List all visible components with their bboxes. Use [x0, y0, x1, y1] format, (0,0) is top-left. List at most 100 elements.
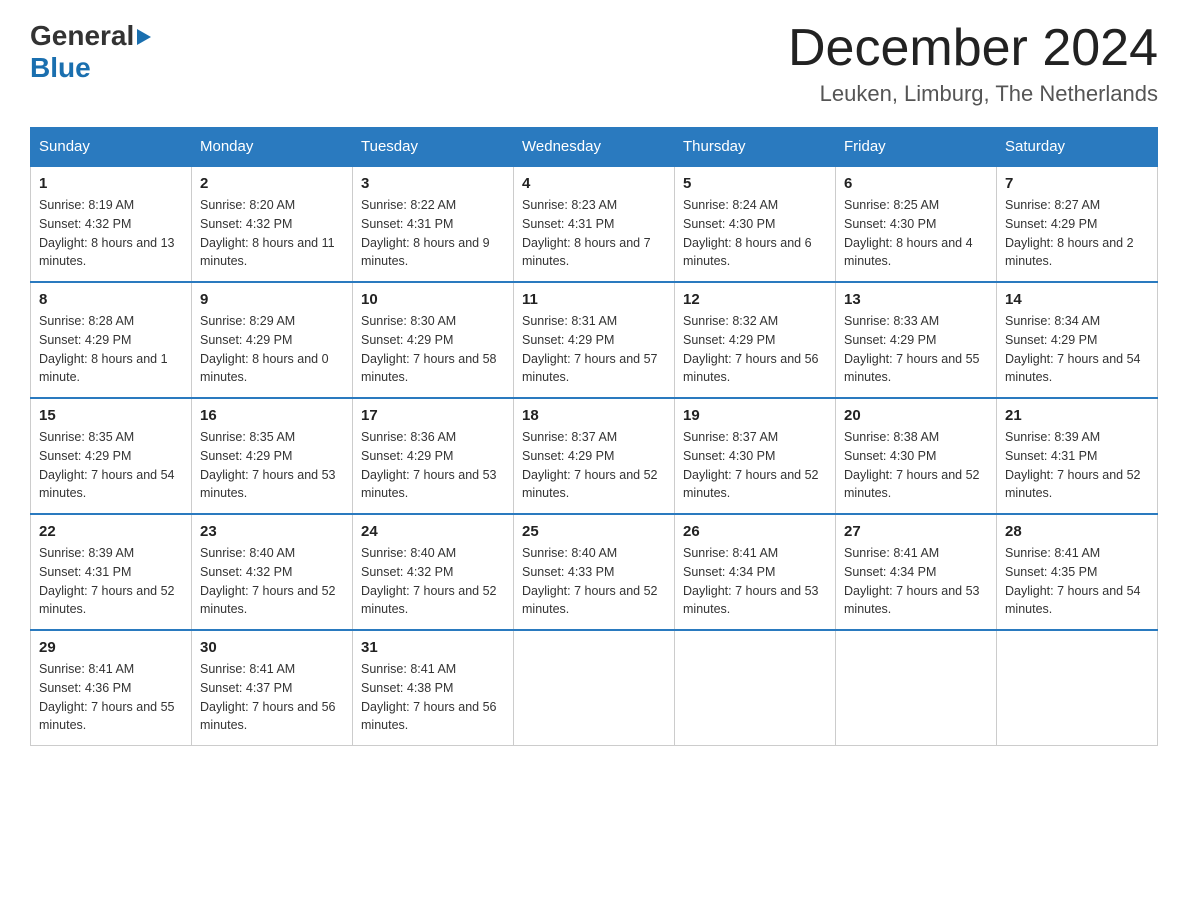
- logo: General Blue: [30, 20, 151, 84]
- day-info: Sunrise: 8:32 AMSunset: 4:29 PMDaylight:…: [683, 312, 827, 387]
- calendar-cell: 11 Sunrise: 8:31 AMSunset: 4:29 PMDaylig…: [514, 282, 675, 398]
- day-number: 14: [1005, 291, 1149, 308]
- day-info: Sunrise: 8:29 AMSunset: 4:29 PMDaylight:…: [200, 312, 344, 387]
- calendar-cell: 7 Sunrise: 8:27 AMSunset: 4:29 PMDayligh…: [997, 166, 1158, 282]
- day-number: 18: [522, 407, 666, 424]
- calendar-cell: 26 Sunrise: 8:41 AMSunset: 4:34 PMDaylig…: [675, 514, 836, 630]
- calendar-cell: 1 Sunrise: 8:19 AMSunset: 4:32 PMDayligh…: [31, 166, 192, 282]
- calendar-cell: 4 Sunrise: 8:23 AMSunset: 4:31 PMDayligh…: [514, 166, 675, 282]
- day-number: 23: [200, 523, 344, 540]
- day-header-thursday: Thursday: [675, 128, 836, 167]
- calendar-cell: 19 Sunrise: 8:37 AMSunset: 4:30 PMDaylig…: [675, 398, 836, 514]
- day-info: Sunrise: 8:33 AMSunset: 4:29 PMDaylight:…: [844, 312, 988, 387]
- page-header: General Blue December 2024 Leuken, Limbu…: [30, 20, 1158, 107]
- calendar-cell: 31 Sunrise: 8:41 AMSunset: 4:38 PMDaylig…: [353, 630, 514, 746]
- day-info: Sunrise: 8:41 AMSunset: 4:34 PMDaylight:…: [683, 544, 827, 619]
- day-info: Sunrise: 8:40 AMSunset: 4:32 PMDaylight:…: [361, 544, 505, 619]
- day-info: Sunrise: 8:25 AMSunset: 4:30 PMDaylight:…: [844, 196, 988, 271]
- day-info: Sunrise: 8:31 AMSunset: 4:29 PMDaylight:…: [522, 312, 666, 387]
- day-number: 19: [683, 407, 827, 424]
- calendar-cell: 27 Sunrise: 8:41 AMSunset: 4:34 PMDaylig…: [836, 514, 997, 630]
- day-number: 31: [361, 639, 505, 656]
- day-header-tuesday: Tuesday: [353, 128, 514, 167]
- day-number: 22: [39, 523, 183, 540]
- day-info: Sunrise: 8:19 AMSunset: 4:32 PMDaylight:…: [39, 196, 183, 271]
- day-number: 6: [844, 175, 988, 192]
- calendar-cell: 6 Sunrise: 8:25 AMSunset: 4:30 PMDayligh…: [836, 166, 997, 282]
- week-row-3: 15 Sunrise: 8:35 AMSunset: 4:29 PMDaylig…: [31, 398, 1158, 514]
- day-number: 27: [844, 523, 988, 540]
- day-info: Sunrise: 8:39 AMSunset: 4:31 PMDaylight:…: [1005, 428, 1149, 503]
- day-info: Sunrise: 8:20 AMSunset: 4:32 PMDaylight:…: [200, 196, 344, 271]
- day-header-monday: Monday: [192, 128, 353, 167]
- calendar-cell: 10 Sunrise: 8:30 AMSunset: 4:29 PMDaylig…: [353, 282, 514, 398]
- day-number: 2: [200, 175, 344, 192]
- day-number: 3: [361, 175, 505, 192]
- calendar-cell: 30 Sunrise: 8:41 AMSunset: 4:37 PMDaylig…: [192, 630, 353, 746]
- day-info: Sunrise: 8:41 AMSunset: 4:38 PMDaylight:…: [361, 660, 505, 735]
- day-info: Sunrise: 8:34 AMSunset: 4:29 PMDaylight:…: [1005, 312, 1149, 387]
- day-number: 8: [39, 291, 183, 308]
- calendar-cell: [997, 630, 1158, 746]
- day-header-friday: Friday: [836, 128, 997, 167]
- calendar-cell: 8 Sunrise: 8:28 AMSunset: 4:29 PMDayligh…: [31, 282, 192, 398]
- day-number: 30: [200, 639, 344, 656]
- day-number: 9: [200, 291, 344, 308]
- calendar-cell: 17 Sunrise: 8:36 AMSunset: 4:29 PMDaylig…: [353, 398, 514, 514]
- day-number: 20: [844, 407, 988, 424]
- day-info: Sunrise: 8:41 AMSunset: 4:37 PMDaylight:…: [200, 660, 344, 735]
- calendar-cell: 15 Sunrise: 8:35 AMSunset: 4:29 PMDaylig…: [31, 398, 192, 514]
- day-number: 5: [683, 175, 827, 192]
- calendar-cell: 14 Sunrise: 8:34 AMSunset: 4:29 PMDaylig…: [997, 282, 1158, 398]
- day-number: 29: [39, 639, 183, 656]
- calendar-cell: 13 Sunrise: 8:33 AMSunset: 4:29 PMDaylig…: [836, 282, 997, 398]
- day-header-wednesday: Wednesday: [514, 128, 675, 167]
- day-number: 13: [844, 291, 988, 308]
- calendar-cell: 24 Sunrise: 8:40 AMSunset: 4:32 PMDaylig…: [353, 514, 514, 630]
- day-info: Sunrise: 8:39 AMSunset: 4:31 PMDaylight:…: [39, 544, 183, 619]
- day-info: Sunrise: 8:41 AMSunset: 4:35 PMDaylight:…: [1005, 544, 1149, 619]
- calendar-cell: 29 Sunrise: 8:41 AMSunset: 4:36 PMDaylig…: [31, 630, 192, 746]
- day-number: 11: [522, 291, 666, 308]
- calendar-cell: 25 Sunrise: 8:40 AMSunset: 4:33 PMDaylig…: [514, 514, 675, 630]
- day-info: Sunrise: 8:28 AMSunset: 4:29 PMDaylight:…: [39, 312, 183, 387]
- day-info: Sunrise: 8:37 AMSunset: 4:29 PMDaylight:…: [522, 428, 666, 503]
- week-row-4: 22 Sunrise: 8:39 AMSunset: 4:31 PMDaylig…: [31, 514, 1158, 630]
- calendar-cell: 21 Sunrise: 8:39 AMSunset: 4:31 PMDaylig…: [997, 398, 1158, 514]
- day-info: Sunrise: 8:37 AMSunset: 4:30 PMDaylight:…: [683, 428, 827, 503]
- day-info: Sunrise: 8:41 AMSunset: 4:36 PMDaylight:…: [39, 660, 183, 735]
- calendar-cell: 16 Sunrise: 8:35 AMSunset: 4:29 PMDaylig…: [192, 398, 353, 514]
- calendar-cell: 18 Sunrise: 8:37 AMSunset: 4:29 PMDaylig…: [514, 398, 675, 514]
- day-number: 16: [200, 407, 344, 424]
- calendar-table: SundayMondayTuesdayWednesdayThursdayFrid…: [30, 127, 1158, 746]
- day-number: 24: [361, 523, 505, 540]
- day-number: 15: [39, 407, 183, 424]
- title-section: December 2024 Leuken, Limburg, The Nethe…: [788, 20, 1158, 107]
- location-subtitle: Leuken, Limburg, The Netherlands: [788, 81, 1158, 107]
- day-number: 1: [39, 175, 183, 192]
- day-number: 28: [1005, 523, 1149, 540]
- calendar-cell: 28 Sunrise: 8:41 AMSunset: 4:35 PMDaylig…: [997, 514, 1158, 630]
- calendar-cell: [836, 630, 997, 746]
- month-title: December 2024: [788, 20, 1158, 77]
- calendar-cell: [675, 630, 836, 746]
- day-info: Sunrise: 8:23 AMSunset: 4:31 PMDaylight:…: [522, 196, 666, 271]
- day-info: Sunrise: 8:38 AMSunset: 4:30 PMDaylight:…: [844, 428, 988, 503]
- day-header-saturday: Saturday: [997, 128, 1158, 167]
- day-number: 26: [683, 523, 827, 540]
- day-number: 12: [683, 291, 827, 308]
- week-row-1: 1 Sunrise: 8:19 AMSunset: 4:32 PMDayligh…: [31, 166, 1158, 282]
- day-header-sunday: Sunday: [31, 128, 192, 167]
- calendar-cell: 3 Sunrise: 8:22 AMSunset: 4:31 PMDayligh…: [353, 166, 514, 282]
- logo-blue-text: Blue: [30, 52, 91, 84]
- day-number: 17: [361, 407, 505, 424]
- day-info: Sunrise: 8:40 AMSunset: 4:33 PMDaylight:…: [522, 544, 666, 619]
- logo-general-text: General: [30, 20, 134, 52]
- header-row: SundayMondayTuesdayWednesdayThursdayFrid…: [31, 128, 1158, 167]
- day-info: Sunrise: 8:36 AMSunset: 4:29 PMDaylight:…: [361, 428, 505, 503]
- calendar-cell: 12 Sunrise: 8:32 AMSunset: 4:29 PMDaylig…: [675, 282, 836, 398]
- day-info: Sunrise: 8:35 AMSunset: 4:29 PMDaylight:…: [200, 428, 344, 503]
- day-number: 10: [361, 291, 505, 308]
- day-info: Sunrise: 8:27 AMSunset: 4:29 PMDaylight:…: [1005, 196, 1149, 271]
- day-number: 7: [1005, 175, 1149, 192]
